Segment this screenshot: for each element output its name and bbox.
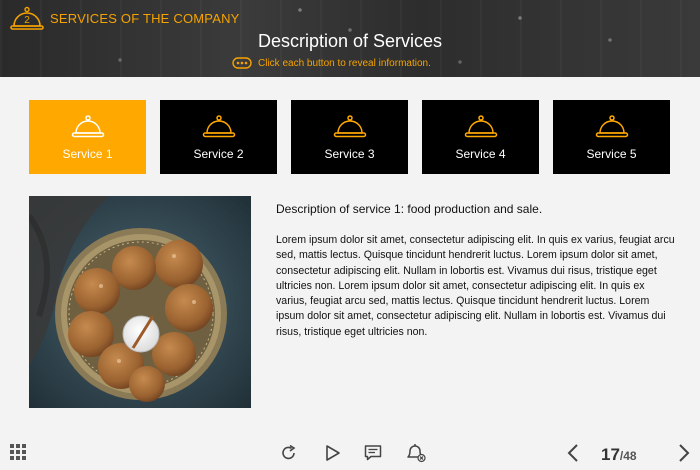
prev-arrow-icon[interactable] bbox=[566, 443, 580, 463]
slide-title: Description of Services bbox=[257, 31, 443, 51]
service-bell-icon bbox=[71, 115, 104, 138]
tab-label: Service 1 bbox=[62, 147, 113, 161]
tab-service-3[interactable]: Service 3 bbox=[291, 100, 408, 174]
content-body: Lorem ipsum dolor sit amet, consectetur … bbox=[276, 234, 675, 338]
service-bell-icon: 2 bbox=[10, 6, 44, 30]
tab-label: Service 5 bbox=[586, 147, 637, 161]
service-bell-icon bbox=[595, 115, 628, 138]
cookies-photo bbox=[29, 196, 251, 408]
tab-service-4[interactable]: Service 4 bbox=[422, 100, 539, 174]
tab-label: Service 4 bbox=[455, 147, 506, 161]
service-bell-icon bbox=[464, 115, 497, 138]
notes-icon[interactable] bbox=[364, 444, 382, 462]
service-bell-icon bbox=[333, 115, 366, 138]
hint-text: Click each button to reveal information. bbox=[258, 57, 431, 69]
tab-service-1[interactable]: Service 1 bbox=[29, 100, 146, 174]
current-page: 17 bbox=[601, 445, 620, 464]
course-title: SERVICES OF THE COMPANY bbox=[50, 11, 240, 26]
content-title: Description of service 1: food productio… bbox=[276, 202, 543, 216]
tab-service-2[interactable]: Service 2 bbox=[160, 100, 277, 174]
next-arrow-icon[interactable] bbox=[677, 443, 691, 463]
play-icon[interactable] bbox=[325, 444, 341, 462]
header-bar: 2 SERVICES OF THE COMPANY Description of… bbox=[0, 0, 700, 77]
pointer-hint-icon bbox=[232, 57, 252, 69]
course-badge-number: 2 bbox=[24, 15, 30, 26]
tab-label: Service 3 bbox=[324, 147, 375, 161]
menu-grid-icon[interactable] bbox=[10, 444, 26, 460]
mute-bell-icon[interactable] bbox=[405, 443, 427, 463]
replay-icon[interactable] bbox=[280, 444, 298, 462]
service-tabs: Service 1 Service 2 Service 3 Service 4 bbox=[29, 100, 670, 174]
total-pages: /48 bbox=[619, 449, 637, 463]
bottom-toolbar bbox=[0, 437, 700, 470]
page-counter: 17/48 bbox=[601, 445, 637, 465]
service-bell-icon bbox=[202, 115, 235, 138]
tab-service-5[interactable]: Service 5 bbox=[553, 100, 670, 174]
tab-label: Service 2 bbox=[193, 147, 244, 161]
hint: Click each button to reveal information. bbox=[232, 57, 431, 69]
